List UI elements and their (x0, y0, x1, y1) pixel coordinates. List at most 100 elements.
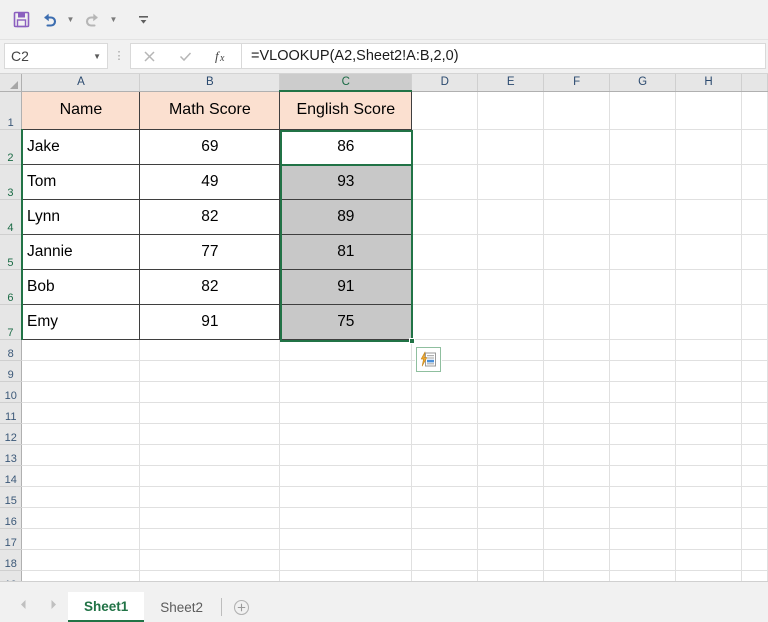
cell-e8[interactable] (477, 339, 545, 361)
cell-b1[interactable]: Math Score (139, 90, 281, 130)
cell-g17[interactable] (609, 528, 677, 550)
cell-i9[interactable] (741, 360, 768, 382)
cell-a4[interactable]: Lynn (21, 199, 141, 235)
cell-e15[interactable] (477, 486, 545, 508)
cell-i19[interactable] (741, 570, 768, 581)
cell-f12[interactable] (543, 423, 611, 445)
cell-b9[interactable] (139, 360, 281, 382)
add-sheet-button[interactable] (224, 592, 258, 622)
column-header-g[interactable]: G (609, 74, 677, 92)
cell-f16[interactable] (543, 507, 611, 529)
cell-c5[interactable]: 81 (279, 234, 413, 270)
cell-b2[interactable]: 69 (139, 129, 281, 165)
cell-d4[interactable] (411, 199, 479, 235)
cell-h19[interactable] (675, 570, 742, 581)
cell-c6[interactable]: 91 (279, 269, 413, 305)
cell-i5[interactable] (741, 234, 768, 270)
cell-g14[interactable] (609, 465, 677, 487)
cell-f4[interactable] (543, 199, 611, 235)
cell-h4[interactable] (675, 199, 742, 235)
cell-d16[interactable] (411, 507, 479, 529)
cell-e14[interactable] (477, 465, 545, 487)
cell-i7[interactable] (741, 304, 768, 340)
cell-a14[interactable] (21, 465, 141, 487)
cell-h7[interactable] (675, 304, 742, 340)
cell-d12[interactable] (411, 423, 479, 445)
sheet-tab-sheet1[interactable]: Sheet1 (68, 592, 145, 622)
cell-i1[interactable] (741, 91, 768, 130)
cell-f19[interactable] (543, 570, 611, 581)
cell-b4[interactable]: 82 (139, 199, 281, 235)
spreadsheet-grid[interactable]: A B C D E F G H 1 Name Math Score Englis… (0, 74, 768, 581)
cell-i15[interactable] (741, 486, 768, 508)
cell-d13[interactable] (411, 444, 479, 466)
cell-d17[interactable] (411, 528, 479, 550)
cancel-formula-button[interactable] (132, 43, 166, 69)
next-sheet-button[interactable] (38, 590, 68, 618)
cell-f2[interactable] (543, 129, 611, 165)
sheet-tab-sheet2[interactable]: Sheet2 (144, 592, 219, 622)
redo-dropdown-caret[interactable]: ▼ (107, 7, 120, 33)
cell-b8[interactable] (139, 339, 281, 361)
cell-f10[interactable] (543, 381, 611, 403)
cell-e13[interactable] (477, 444, 545, 466)
cell-d18[interactable] (411, 549, 479, 571)
cell-h14[interactable] (675, 465, 742, 487)
customize-toolbar-button[interactable] (130, 7, 156, 33)
cell-g2[interactable] (609, 129, 677, 165)
cell-d10[interactable] (411, 381, 479, 403)
cell-d5[interactable] (411, 234, 479, 270)
row-header-15[interactable]: 15 (0, 486, 23, 508)
cell-e11[interactable] (477, 402, 545, 424)
cell-g5[interactable] (609, 234, 677, 270)
redo-button[interactable] (79, 7, 105, 33)
cell-a7[interactable]: Emy (21, 304, 141, 340)
cell-c2[interactable]: 86 (279, 129, 413, 165)
cell-i3[interactable] (741, 164, 768, 200)
cell-a11[interactable] (21, 402, 141, 424)
row-header-13[interactable]: 13 (0, 444, 23, 466)
cell-e5[interactable] (477, 234, 545, 270)
cell-i6[interactable] (741, 269, 768, 305)
cell-e4[interactable] (477, 199, 545, 235)
cell-h18[interactable] (675, 549, 742, 571)
row-header-3[interactable]: 3 (0, 164, 23, 200)
cell-f13[interactable] (543, 444, 611, 466)
cell-c10[interactable] (279, 381, 413, 403)
cell-c13[interactable] (279, 444, 413, 466)
cell-b6[interactable]: 82 (139, 269, 281, 305)
cell-g16[interactable] (609, 507, 677, 529)
cell-i11[interactable] (741, 402, 768, 424)
cell-g10[interactable] (609, 381, 677, 403)
cell-f1[interactable] (543, 91, 611, 130)
cell-h17[interactable] (675, 528, 742, 550)
cell-e19[interactable] (477, 570, 545, 581)
column-header-a[interactable]: A (21, 74, 141, 92)
row-header-4[interactable]: 4 (0, 199, 23, 235)
cell-d11[interactable] (411, 402, 479, 424)
cell-c16[interactable] (279, 507, 413, 529)
cell-g6[interactable] (609, 269, 677, 305)
cell-i8[interactable] (741, 339, 768, 361)
cell-i16[interactable] (741, 507, 768, 529)
cell-a6[interactable]: Bob (21, 269, 141, 305)
cell-h11[interactable] (675, 402, 742, 424)
cell-i2[interactable] (741, 129, 768, 165)
cell-c15[interactable] (279, 486, 413, 508)
cell-e18[interactable] (477, 549, 545, 571)
cell-b5[interactable]: 77 (139, 234, 281, 270)
cell-c12[interactable] (279, 423, 413, 445)
cell-h1[interactable] (675, 91, 742, 130)
column-header-c[interactable]: C (279, 74, 413, 92)
previous-sheet-button[interactable] (8, 590, 38, 618)
cell-b14[interactable] (139, 465, 281, 487)
cell-i17[interactable] (741, 528, 768, 550)
cell-h6[interactable] (675, 269, 742, 305)
row-header-12[interactable]: 12 (0, 423, 23, 445)
formula-input[interactable]: =VLOOKUP(A2,Sheet2!A:B,2,0) (241, 43, 766, 69)
cell-a1[interactable]: Name (21, 90, 141, 130)
cell-i18[interactable] (741, 549, 768, 571)
cell-f8[interactable] (543, 339, 611, 361)
cell-f17[interactable] (543, 528, 611, 550)
cell-e1[interactable] (477, 91, 545, 130)
